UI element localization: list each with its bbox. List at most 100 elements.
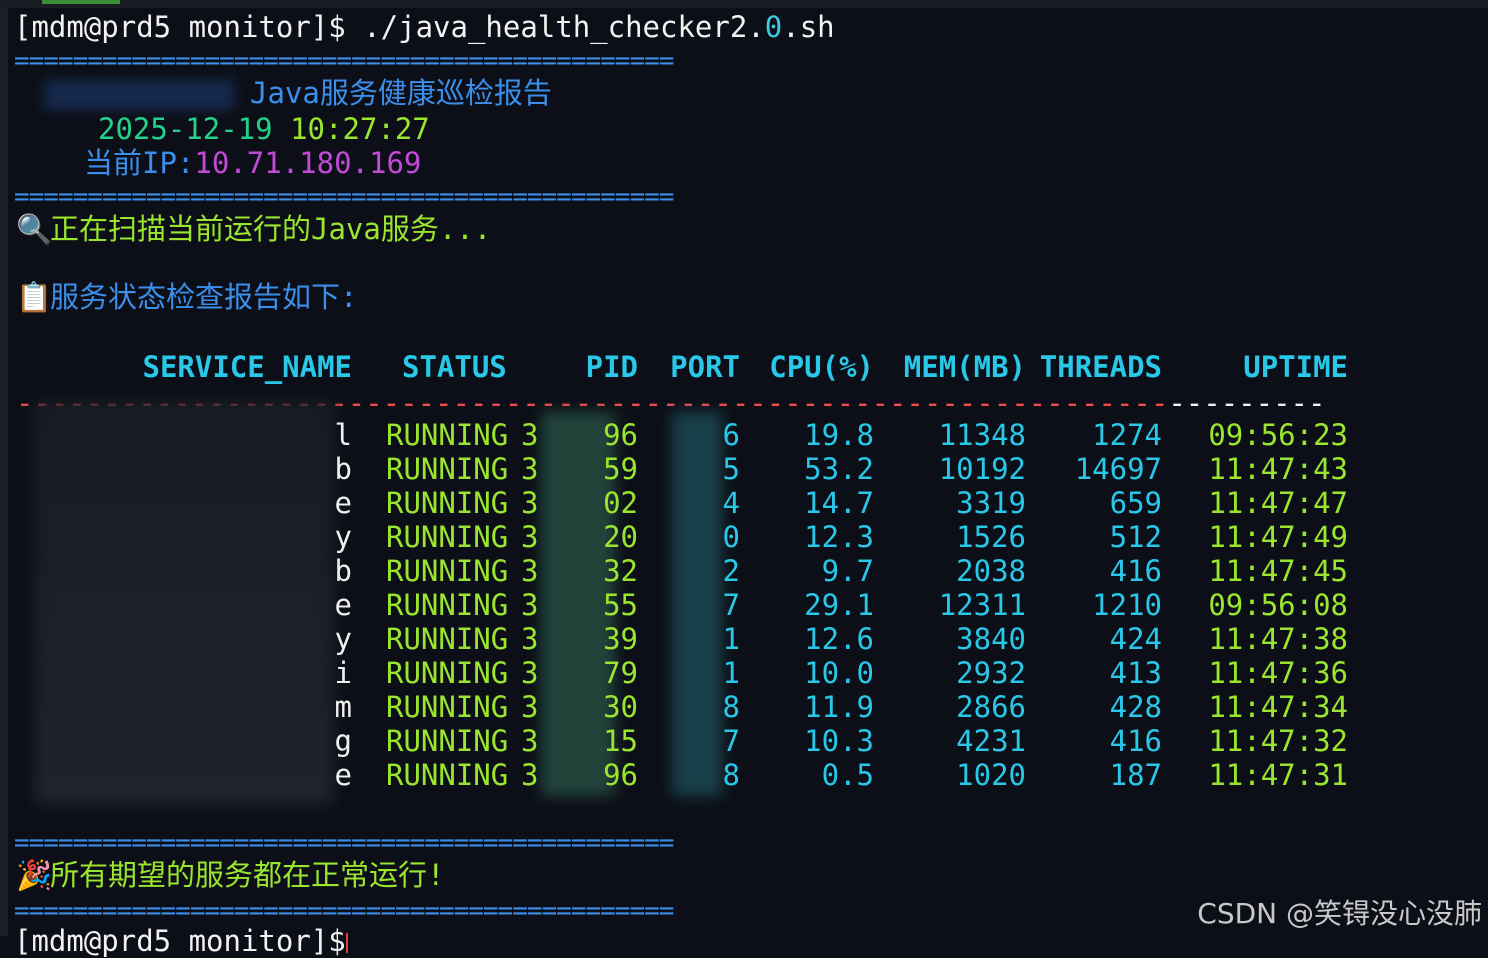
cell-port: 1 <box>722 656 740 690</box>
divider-white: --------- <box>1168 386 1326 420</box>
cell-pid-a: 3 <box>521 622 539 656</box>
cell-pid-a: 3 <box>521 486 539 520</box>
cell-port: 0 <box>722 520 740 554</box>
cell-pid-b: 39 <box>603 622 638 656</box>
cell-mem: 2038 <box>956 554 1026 588</box>
cell-name: e <box>334 486 352 520</box>
cell-cpu: 12.3 <box>804 520 874 554</box>
cell-threads: 1210 <box>1092 588 1162 622</box>
cell-pid-a: 3 <box>521 588 539 622</box>
column-header-servicename: SERVICE_NAME <box>142 350 352 384</box>
cell-mem: 4231 <box>956 724 1026 758</box>
cell-mem: 12311 <box>938 588 1026 622</box>
bottom-prompt[interactable]: [mdm@prd5 monitor]$ <box>14 924 348 958</box>
separator-footer-top: ========================================… <box>14 828 674 858</box>
cell-pid-b: 15 <box>603 724 638 758</box>
cell-pid-a: 3 <box>521 690 539 724</box>
redacted-ports <box>672 412 722 796</box>
cell-port: 6 <box>722 418 740 452</box>
active-tab-indicator[interactable] <box>42 0 120 4</box>
bottom-prompt-text: [mdm@prd5 monitor]$ <box>14 924 346 958</box>
cell-cpu: 12.6 <box>804 622 874 656</box>
cell-threads: 659 <box>1109 486 1162 520</box>
cell-cpu: 14.7 <box>804 486 874 520</box>
watermark: CSDN @笑锝没心没肺 <box>1197 897 1482 930</box>
column-header-uptime: UPTIME <box>1243 350 1348 384</box>
cell-name: e <box>334 588 352 622</box>
cell-status: RUNNING <box>386 486 509 520</box>
cell-cpu: 9.7 <box>821 554 874 588</box>
cell-cpu: 11.9 <box>804 690 874 724</box>
column-header-cpu: CPU(%) <box>769 350 874 384</box>
scan-text: 正在扫描当前运行的Java服务... <box>50 212 492 246</box>
cell-pid-b: 96 <box>603 758 638 792</box>
cell-port: 1 <box>722 622 740 656</box>
cell-pid-b: 59 <box>603 452 638 486</box>
terminal-tab-bar <box>0 0 1488 8</box>
cell-status: RUNNING <box>386 554 509 588</box>
cell-cpu: 0.5 <box>821 758 874 792</box>
cell-name: l <box>334 418 352 452</box>
cell-pid-b: 55 <box>603 588 638 622</box>
report-ip: 当前IP:10.71.180.169 <box>84 146 421 180</box>
party-popper-icon: 🎉 <box>16 858 53 892</box>
cell-status: RUNNING <box>386 588 509 622</box>
cell-name: y <box>334 622 352 656</box>
cell-pid-b: 32 <box>603 554 638 588</box>
cell-cpu: 10.3 <box>804 724 874 758</box>
cell-pid-a: 3 <box>521 724 539 758</box>
cell-port: 8 <box>722 758 740 792</box>
command-ext: .sh <box>782 10 835 44</box>
cell-status: RUNNING <box>386 724 509 758</box>
cell-pid-b: 79 <box>603 656 638 690</box>
cell-status: RUNNING <box>386 452 509 486</box>
cell-name: b <box>334 452 352 486</box>
cell-threads: 428 <box>1109 690 1162 724</box>
report-time: 10:27:27 <box>290 112 430 146</box>
cell-port: 7 <box>722 588 740 622</box>
cell-mem: 2866 <box>956 690 1026 724</box>
cell-threads: 512 <box>1109 520 1162 554</box>
cell-threads: 416 <box>1109 554 1162 588</box>
redacted-service-names <box>34 400 334 804</box>
cell-port: 7 <box>722 724 740 758</box>
cell-cpu: 29.1 <box>804 588 874 622</box>
cell-uptime: 11:47:36 <box>1208 656 1348 690</box>
command-text: [mdm@prd5 monitor]$ ./java_health_checke… <box>14 10 765 44</box>
cell-uptime: 09:56:08 <box>1208 588 1348 622</box>
cell-mem: 2932 <box>956 656 1026 690</box>
report-text: 服务状态检查报告如下: <box>50 280 358 314</box>
done-line: 🎉所有期望的服务都在正常运行! <box>16 858 444 892</box>
cell-threads: 14697 <box>1074 452 1162 486</box>
cell-status: RUNNING <box>386 690 509 724</box>
magnifier-icon: 🔍 <box>16 212 53 246</box>
cell-mem: 11348 <box>938 418 1026 452</box>
cell-pid-a: 3 <box>521 452 539 486</box>
left-gutter <box>0 8 8 936</box>
cell-status: RUNNING <box>386 520 509 554</box>
cell-pid-a: 3 <box>521 656 539 690</box>
cell-port: 5 <box>722 452 740 486</box>
cell-mem: 10192 <box>938 452 1026 486</box>
ip-value: 10.71.180.169 <box>194 146 422 180</box>
cell-pid-a: 3 <box>521 520 539 554</box>
clipboard-icon: 📋 <box>16 280 53 314</box>
cell-port: 4 <box>722 486 740 520</box>
cell-pid-b: 20 <box>603 520 638 554</box>
cell-pid-a: 3 <box>521 758 539 792</box>
cell-status: RUNNING <box>386 758 509 792</box>
cell-uptime: 11:47:38 <box>1208 622 1348 656</box>
cell-port: 8 <box>722 690 740 724</box>
cell-uptime: 11:47:31 <box>1208 758 1348 792</box>
column-header-port: PORT <box>670 350 740 384</box>
cell-cpu: 10.0 <box>804 656 874 690</box>
cell-name: b <box>334 554 352 588</box>
command-version-digit: 0 <box>764 10 783 44</box>
cell-name: m <box>334 690 352 724</box>
done-text: 所有期望的服务都在正常运行! <box>50 858 445 892</box>
column-header-memmb: MEM(MB) <box>903 350 1026 384</box>
cell-uptime: 11:47:49 <box>1208 520 1348 554</box>
command-prompt: [mdm@prd5 monitor]$ ./java_health_checke… <box>14 10 835 44</box>
column-header-threads: THREADS <box>1039 350 1162 384</box>
cell-name: y <box>334 520 352 554</box>
